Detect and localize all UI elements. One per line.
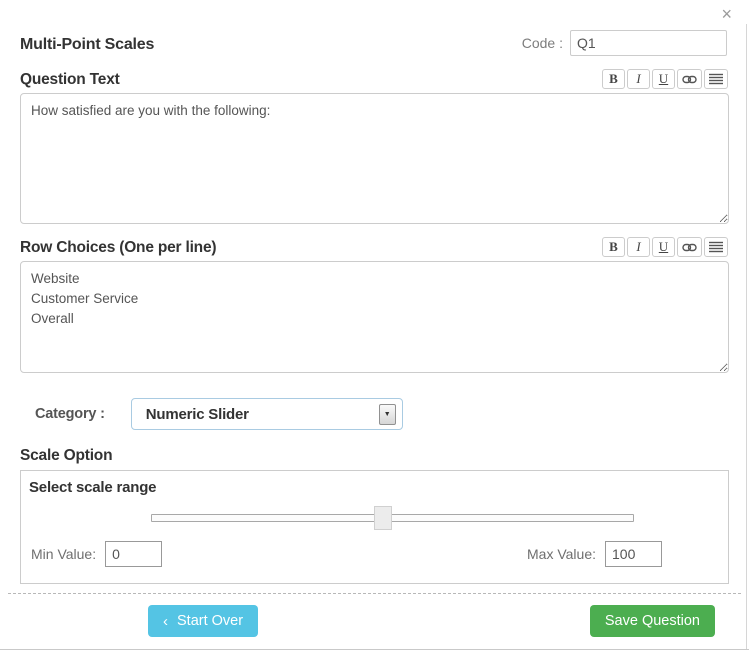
underline-button[interactable]: U — [652, 237, 675, 257]
scale-slider-track[interactable] — [151, 514, 634, 522]
category-select[interactable]: Numeric Slider ▼ — [131, 398, 403, 430]
row-choices-toolbar: B I U — [602, 237, 728, 257]
max-value-input[interactable] — [605, 541, 662, 567]
dialog-right-border — [746, 24, 747, 649]
question-text-input[interactable]: How satisfied are you with the following… — [20, 93, 729, 224]
link-button[interactable] — [677, 69, 702, 89]
dialog-header: Multi-Point Scales Code : — [0, 0, 749, 56]
code-label: Code : — [522, 35, 563, 51]
italic-button[interactable]: I — [627, 69, 650, 89]
category-selected-value: Numeric Slider — [146, 406, 249, 423]
footer: ‹ Start Over Save Question — [0, 594, 749, 637]
bold-button[interactable]: B — [602, 69, 625, 89]
dialog-bottom-border — [0, 649, 749, 650]
select-scale-range-heading: Select scale range — [29, 479, 728, 496]
italic-button[interactable]: I — [627, 237, 650, 257]
save-question-button[interactable]: Save Question — [590, 605, 715, 637]
bold-button[interactable]: B — [602, 237, 625, 257]
scale-option-heading: Scale Option — [20, 447, 749, 465]
row-choices-heading: Row Choices (One per line) — [20, 239, 216, 257]
link-icon — [682, 243, 697, 252]
start-over-button[interactable]: ‹ Start Over — [148, 605, 258, 637]
underline-button[interactable]: U — [652, 69, 675, 89]
category-row: Category : Numeric Slider ▼ — [35, 398, 749, 430]
min-value-label: Min Value: — [31, 546, 96, 562]
row-choices-input[interactable]: Website Customer Service Overall — [20, 261, 729, 373]
question-text-section-header: Question Text B I U — [0, 69, 749, 89]
min-value-input[interactable] — [105, 541, 162, 567]
justify-button[interactable] — [704, 69, 728, 89]
slider-handle[interactable] — [374, 506, 392, 530]
scale-range-panel: Select scale range Min Value: Max Value: — [20, 470, 729, 584]
page-title: Multi-Point Scales — [20, 36, 154, 54]
code-input[interactable] — [570, 30, 727, 56]
close-icon[interactable]: × — [721, 5, 732, 23]
max-value-label: Max Value: — [527, 546, 596, 562]
category-label: Category : — [35, 406, 105, 422]
min-value-group: Min Value: — [31, 541, 162, 567]
question-editor-dialog: × Multi-Point Scales Code : Question Tex… — [0, 0, 749, 657]
max-value-group: Max Value: — [527, 541, 662, 567]
code-field-group: Code : — [522, 30, 727, 56]
chevron-left-icon: ‹ — [163, 614, 168, 629]
link-icon — [682, 75, 697, 84]
justify-button[interactable] — [704, 237, 728, 257]
row-choices-section-header: Row Choices (One per line) B I U — [0, 237, 749, 257]
min-max-row: Min Value: Max Value: — [31, 541, 662, 567]
start-over-label: Start Over — [177, 613, 243, 629]
justify-icon — [709, 73, 723, 85]
link-button[interactable] — [677, 237, 702, 257]
question-text-toolbar: B I U — [602, 69, 728, 89]
question-text-heading: Question Text — [20, 71, 120, 89]
justify-icon — [709, 241, 723, 253]
save-question-label: Save Question — [605, 613, 700, 629]
chevron-down-icon[interactable]: ▼ — [379, 404, 396, 425]
